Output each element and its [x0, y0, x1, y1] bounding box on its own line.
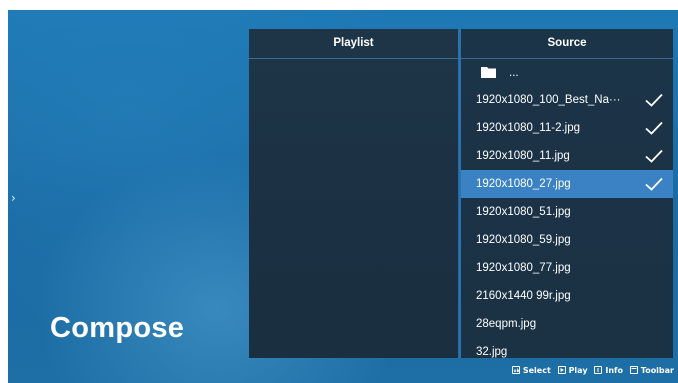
source-list-item[interactable]: 1920x1080_11-2.jpg [461, 114, 673, 142]
page-title: Compose [50, 312, 185, 344]
source-item-label: 32.jpg [476, 346, 508, 358]
source-list-item[interactable]: 1920x1080_11.jpg [461, 142, 673, 170]
play-hint-label: Play [568, 366, 588, 375]
source-item-label: 1920x1080_51.jpg [476, 206, 571, 218]
source-item-label: 1920x1080_100_Best_Na··· [476, 94, 621, 106]
select-hint: ok Select [511, 366, 551, 375]
source-list-item[interactable]: 1920x1080_100_Best_Na··· [461, 86, 673, 114]
source-panel: Source ... 1920x1080_100_Best_Na··· 1920x… [461, 29, 673, 358]
source-list-item[interactable]: 2160x1440 99r.jpg [461, 282, 673, 310]
source-item-label: 1920x1080_11-2.jpg [476, 122, 581, 134]
source-item-label: 1920x1080_59.jpg [476, 234, 571, 246]
source-item-label: 28eqpm.jpg [476, 318, 537, 330]
source-item-label: 1920x1080_77.jpg [476, 262, 571, 274]
toolbar-hint: Toolbar [629, 366, 674, 375]
source-list: ... 1920x1080_100_Best_Na··· 1920x1080_11… [461, 59, 673, 358]
status-bar: ok Select Play Info Toolbar [508, 366, 674, 375]
svg-text:ok: ok [513, 368, 519, 373]
checkmark-icon [645, 121, 663, 135]
source-list-item[interactable]: 1920x1080_27.jpg [461, 170, 673, 198]
ok-key-icon: ok [511, 366, 520, 374]
source-item-label: 1920x1080_27.jpg [476, 178, 571, 190]
source-list-item[interactable]: 1920x1080_59.jpg [461, 226, 673, 254]
playlist-header: Playlist [249, 29, 458, 59]
info-hint: Info [594, 366, 623, 375]
toolbar-hint-label: Toolbar [640, 366, 674, 375]
folder-icon [481, 67, 496, 78]
info-hint-label: Info [605, 366, 623, 375]
folder-label: ... [509, 67, 519, 79]
checkmark-icon [645, 93, 663, 107]
chevron-right-icon[interactable]: › [11, 191, 16, 205]
info-key-icon [594, 366, 603, 374]
playlist-panel: Playlist [249, 29, 458, 358]
checkmark-icon [645, 177, 663, 191]
source-header: Source [461, 29, 673, 59]
screen: › Compose Playlist Source ... 1920x1080_… [8, 10, 678, 383]
source-list-item[interactable]: 1920x1080_77.jpg [461, 254, 673, 282]
select-hint-label: Select [522, 366, 551, 375]
source-item-label: 2160x1440 99r.jpg [476, 290, 571, 302]
folder-up-item[interactable]: ... [461, 59, 673, 86]
source-list-item[interactable]: 32.jpg [461, 338, 673, 358]
toolbar-key-icon [629, 366, 638, 374]
play-key-icon [557, 366, 566, 374]
source-list-item[interactable]: 28eqpm.jpg [461, 310, 673, 338]
source-list-item[interactable]: 1920x1080_51.jpg [461, 198, 673, 226]
play-hint: Play [557, 366, 588, 375]
checkmark-icon [645, 149, 663, 163]
source-item-label: 1920x1080_11.jpg [476, 150, 570, 162]
